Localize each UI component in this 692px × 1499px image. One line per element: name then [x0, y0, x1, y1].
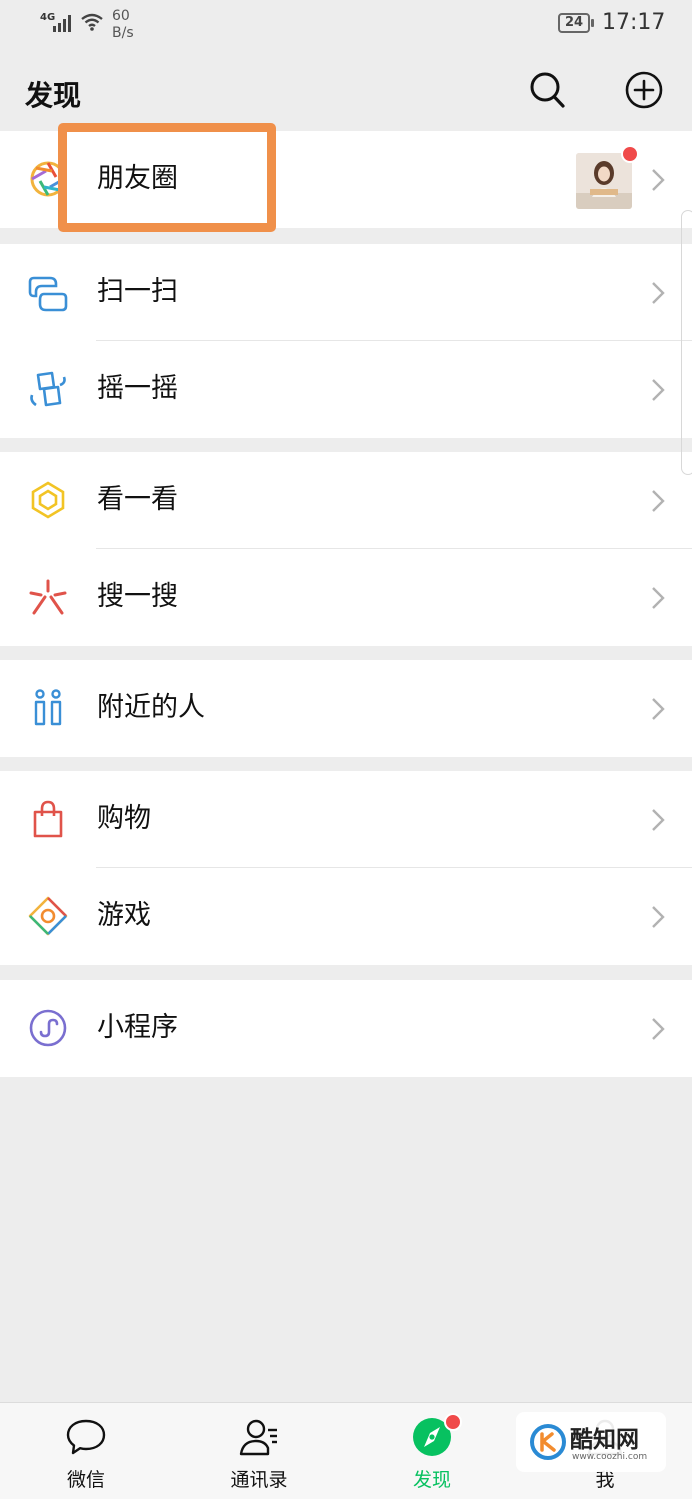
menu-item-people-nearby[interactable]: 附近的人 [0, 660, 692, 757]
signal-icon [53, 15, 71, 32]
network-speed: 60 B/s [112, 8, 134, 42]
watermark-name: 酷知网 [570, 1427, 639, 1453]
menu-item-top-stories[interactable]: 看一看 [0, 452, 692, 549]
chevron-right-icon [652, 282, 665, 304]
speed-unit: B/s [112, 25, 134, 41]
chevron-right-icon [652, 169, 665, 191]
menu-item-shake[interactable]: 摇一摇 [0, 341, 692, 438]
menu-item-scan[interactable]: 扫一扫 [0, 244, 692, 341]
scan-icon [28, 276, 68, 312]
menu-item-search[interactable]: 搜一搜 [0, 549, 692, 646]
watermark: 酷知网 www.coozhi.com [516, 1412, 666, 1472]
search-discover-icon [29, 579, 67, 615]
menu-item-label: 购物 [97, 803, 151, 834]
group-mini-programs: 小程序 [0, 980, 692, 1077]
menu-item-games[interactable]: 游戏 [0, 868, 692, 965]
group-moments: 朋友圈 [0, 131, 692, 228]
menu-item-label: 朋友圈 [97, 163, 178, 194]
watermark-url: www.coozhi.com [572, 1452, 648, 1462]
add-icon[interactable] [624, 70, 664, 110]
tab-label: 微信 [66, 1469, 105, 1491]
speed-value: 60 [112, 8, 130, 24]
group-nearby: 附近的人 [0, 660, 692, 757]
menu-item-label: 搜一搜 [97, 581, 178, 612]
menu-item-label: 摇一摇 [97, 373, 178, 404]
menu-item-label: 扫一扫 [97, 276, 178, 307]
unread-dot [444, 1413, 462, 1431]
tab-contacts[interactable]: 通讯录 [199, 1403, 319, 1499]
tab-chats[interactable]: 微信 [26, 1403, 146, 1499]
battery-indicator: 24 [558, 13, 594, 33]
chevron-right-icon [652, 1018, 665, 1040]
menu-item-label: 小程序 [97, 1012, 178, 1043]
group-discover: 看一看 搜一搜 [0, 452, 692, 646]
title-bar: 发现 [0, 50, 692, 130]
moments-icon [30, 161, 66, 197]
edge-scroll-handle[interactable] [681, 210, 692, 475]
chevron-right-icon [652, 698, 665, 720]
games-icon [28, 896, 68, 936]
tab-label: 发现 [412, 1469, 451, 1491]
group-shopping-games: 购物 游戏 [0, 771, 692, 965]
tab-label: 通讯录 [230, 1469, 288, 1491]
shake-icon [30, 371, 66, 407]
people-nearby-icon [34, 689, 62, 726]
menu-item-label: 游戏 [97, 900, 151, 931]
menu-item-label: 看一看 [97, 484, 178, 515]
menu-item-mini-programs[interactable]: 小程序 [0, 980, 692, 1077]
unread-dot [621, 145, 639, 163]
chat-bubble-icon [66, 1419, 106, 1455]
chevron-right-icon [652, 587, 665, 609]
menu-item-label: 附近的人 [97, 692, 205, 723]
chevron-right-icon [652, 809, 665, 831]
chevron-right-icon [652, 906, 665, 928]
menu-item-shopping[interactable]: 购物 [0, 771, 692, 868]
top-stories-icon [31, 481, 65, 519]
chevron-right-icon [652, 490, 665, 512]
shopping-bag-icon [33, 800, 63, 838]
group-scan-shake: 扫一扫 摇一摇 [0, 244, 692, 438]
status-bar: 4G 60 B/s 24 17:17 [0, 0, 692, 50]
search-icon[interactable] [528, 70, 566, 110]
coozhi-logo-icon [530, 1424, 566, 1460]
contacts-icon [239, 1419, 277, 1456]
mini-programs-icon [29, 1009, 67, 1047]
clock: 17:17 [602, 10, 666, 35]
tab-discover[interactable]: 发现 [372, 1403, 492, 1499]
menu-item-moments[interactable]: 朋友圈 [0, 131, 692, 228]
wifi-icon [81, 13, 103, 31]
moments-thumbnail [576, 153, 632, 209]
chevron-right-icon [652, 379, 665, 401]
page-title: 发现 [25, 79, 82, 112]
